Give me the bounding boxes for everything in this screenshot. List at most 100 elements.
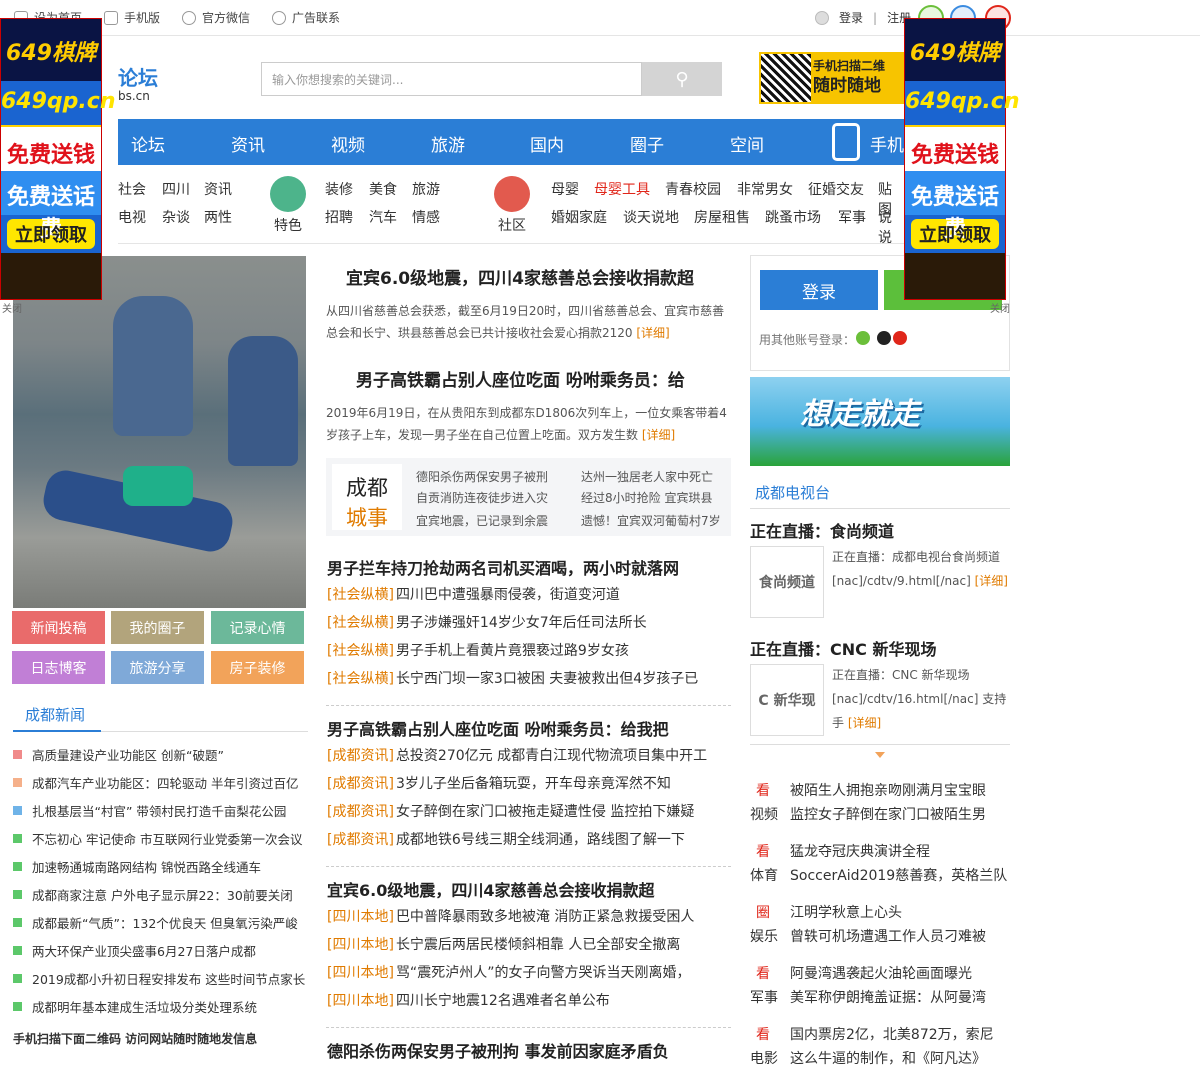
nav-item-circle[interactable]: 圈子 [630, 131, 664, 156]
section-tag[interactable]: [成都资讯] [327, 748, 394, 764]
qq-icon[interactable] [877, 331, 891, 345]
city-box-item[interactable]: 经过8小时抢险 宜宾珙县 [581, 489, 712, 506]
news-list-item[interactable]: 2019成都小升初日程安排发布 这些时间节点家长 [13, 969, 308, 988]
chengdu-news-title[interactable]: 成都新闻 [25, 704, 85, 725]
subnav-link[interactable]: 谈天说地 [623, 207, 679, 227]
section-tag[interactable]: [社会纵横] [327, 615, 394, 631]
nav-item-forum[interactable]: 论坛 [131, 131, 165, 156]
subnav-link[interactable]: 跳蚤市场 [765, 207, 821, 227]
wechat-icon[interactable] [856, 331, 870, 345]
tile-travel-share[interactable]: 旅游分享 [111, 651, 204, 684]
news-list-item[interactable]: 不忘初心 牢记使命 市互联网行业党委第一次会议 [13, 829, 308, 848]
more-link[interactable]: [详细] [848, 716, 881, 730]
section-tag[interactable]: [四川本地] [327, 993, 394, 1009]
subnav-link[interactable]: 四川 [162, 179, 190, 199]
more-link[interactable]: [详细] [636, 326, 669, 340]
tile-mood[interactable]: 记录心情 [211, 611, 304, 644]
section-item[interactable]: [社会纵横] 长宁西门坝一家3口被困 夫妻被救出但4岁孩子已 [327, 668, 698, 688]
tile-home-decor[interactable]: 房子装修 [211, 651, 304, 684]
subnav-link[interactable]: 情感 [412, 207, 440, 227]
subnav-link[interactable]: 汽车 [369, 207, 397, 227]
section-item[interactable]: [成都资讯] 女子醉倒在家门口被拖走疑遭性侵 监控拍下嫌疑 [327, 801, 694, 821]
news-list-item[interactable]: 扎根基层当“村官” 带领村民打造千亩梨花公园 [13, 801, 308, 820]
ad-contact-link[interactable]: 广告联系 [272, 9, 340, 26]
section-tag[interactable]: [社会纵横] [327, 671, 394, 687]
city-box-item[interactable]: 达州一独居老人家中死亡 [581, 468, 713, 485]
subnav-link[interactable]: 资讯 [204, 179, 232, 199]
subnav-link[interactable]: 母婴 [551, 179, 579, 199]
subnav-link[interactable]: 电视 [118, 207, 146, 227]
subnav-link[interactable]: 社会 [118, 179, 146, 199]
news-list-item[interactable]: 加速畅通城南路网结构 锦悦西路全线通车 [13, 857, 308, 876]
close-ad-left[interactable]: 关闭 [2, 300, 22, 315]
login-button[interactable]: 登录 [760, 270, 878, 310]
section-tag[interactable]: [成都资讯] [327, 804, 394, 820]
section-tag[interactable]: [四川本地] [327, 965, 394, 981]
mobile-link[interactable]: 手机版 [104, 9, 160, 26]
city-box-item[interactable]: 遗憾！宜宾双河葡萄村7岁 [581, 512, 721, 529]
subnav-link[interactable]: 房屋租售 [694, 207, 750, 227]
nav-item-news[interactable]: 资讯 [231, 131, 265, 156]
section-item[interactable]: [成都资讯] 3岁儿子坐后备箱玩耍，开车母亲竟浑然不知 [327, 773, 671, 793]
section-tag[interactable]: [成都资讯] [327, 776, 394, 792]
search-button[interactable]: ⚲ [642, 62, 722, 96]
news-list-item[interactable]: 成都最新“气质”：132个优良天 但臭氧污染严峻 [13, 913, 308, 932]
subnav-link[interactable]: 母婴工具 [594, 179, 650, 199]
live-title[interactable]: 正在直播：CNC 新华现场 [750, 636, 936, 660]
live-title[interactable]: 正在直播：食尚频道 [750, 518, 894, 542]
subnav-link[interactable]: 招聘 [325, 207, 353, 227]
subnav-link[interactable]: 装修 [325, 179, 353, 199]
floating-ad-left[interactable]: 649棋牌 649qp.cn 免费送钱 免费送话费 立即领取 [0, 18, 115, 300]
section-tag[interactable]: [社会纵横] [327, 643, 394, 659]
section-tag[interactable]: [四川本地] [327, 937, 394, 953]
nav-item-mobile[interactable]: 手机 [870, 131, 904, 156]
subnav-link[interactable]: 军事 [838, 207, 866, 227]
nav-item-domestic[interactable]: 国内 [530, 131, 564, 156]
news-list-item[interactable]: 成都汽车产业功能区：四轮驱动 半年引资过百亿 [13, 773, 308, 792]
nav-item-travel[interactable]: 旅游 [431, 131, 465, 156]
section-tag[interactable]: [社会纵横] [327, 587, 394, 603]
chevron-down-icon[interactable] [875, 752, 885, 758]
section-item[interactable]: [四川本地] 骂“震死泸州人”的女子向警方哭诉当天刚离婚， [327, 962, 690, 982]
subnav-link[interactable]: 婚姻家庭 [551, 207, 607, 227]
article-title[interactable]: 男子高铁霸占别人座位吃面 吩咐乘务员：给 [356, 366, 685, 391]
section-item[interactable]: [成都资讯] 总投资270亿元 成都青白江现代物流项目集中开工 [327, 745, 707, 765]
weibo-icon[interactable] [893, 331, 907, 345]
login-link[interactable]: 登录 [839, 9, 863, 26]
section-headline[interactable]: 宜宾6.0级地震，四川4家慈善总会接收捐款超 [327, 877, 654, 901]
tile-blog[interactable]: 日志博客 [12, 651, 105, 684]
subnav-link[interactable]: 杂谈 [162, 207, 190, 227]
section-item[interactable]: [四川本地] 长宁震后两居民楼倾斜相靠 人已全部安全撤离 [327, 934, 680, 954]
section-item[interactable]: [社会纵横] 男子涉嫌强奸14岁少女7年后任司法所长 [327, 612, 647, 632]
section-headline[interactable]: 德阳杀伤两保安男子被刑拘 事发前因家庭矛盾负 [327, 1038, 669, 1062]
tile-submit-news[interactable]: 新闻投稿 [12, 611, 105, 644]
live-thumbnail[interactable]: 食尚频道 [750, 546, 824, 618]
news-list-item[interactable]: 成都明年基本建成生活垃圾分类处理系统 [13, 997, 308, 1016]
news-list-item[interactable]: 两大环保产业顶尖盛事6月27日落户成都 [13, 941, 308, 960]
subnav-link[interactable]: 两性 [204, 207, 232, 227]
nav-item-video[interactable]: 视频 [331, 131, 365, 156]
city-box-item[interactable]: 宜宾地震，已记录到余震 [416, 512, 548, 529]
section-item[interactable]: [社会纵横] 男子手机上看黄片竟猥亵过路9岁女孩 [327, 640, 629, 660]
news-list-item[interactable]: 高质量建设产业功能区 创新“破题” [13, 745, 308, 764]
subnav-link[interactable]: 旅游 [412, 179, 440, 199]
section-tag[interactable]: [四川本地] [327, 909, 394, 925]
more-link[interactable]: [详细] [975, 574, 1008, 588]
tile-my-circle[interactable]: 我的圈子 [111, 611, 204, 644]
nav-item-space[interactable]: 空间 [730, 131, 764, 156]
city-box-item[interactable]: 德阳杀伤两保安男子被刑 [416, 468, 548, 485]
section-item[interactable]: [四川本地] 巴中普降暴雨致多地被淹 消防正紧急救援受困人 [327, 906, 694, 926]
section-tag[interactable]: [成都资讯] [327, 832, 394, 848]
section-item[interactable]: [社会纵横] 四川巴中遭强暴雨侵袭，街道变河道 [327, 584, 620, 604]
news-list-item[interactable]: 成都商家注意 户外电子显示屏22：30前要关闭 [13, 885, 308, 904]
section-item[interactable]: [四川本地] 四川长宁地震12名遇难者名单公布 [327, 990, 610, 1010]
search-input[interactable]: 输入你想搜索的关键词... [261, 62, 642, 96]
close-ad-right[interactable]: 关闭 [990, 300, 1010, 315]
city-box-item[interactable]: 自贡消防连夜徒步进入灾 [416, 489, 548, 506]
travel-banner[interactable]: 想走就走 [750, 377, 1010, 466]
subnav-link[interactable]: 说说 [878, 207, 904, 247]
more-link[interactable]: [详细] [642, 428, 675, 442]
subnav-link[interactable]: 征婚交友 [808, 179, 864, 199]
site-logo[interactable]: 论坛 bs.cn [118, 62, 158, 103]
tv-title[interactable]: 成都电视台 [755, 482, 830, 503]
